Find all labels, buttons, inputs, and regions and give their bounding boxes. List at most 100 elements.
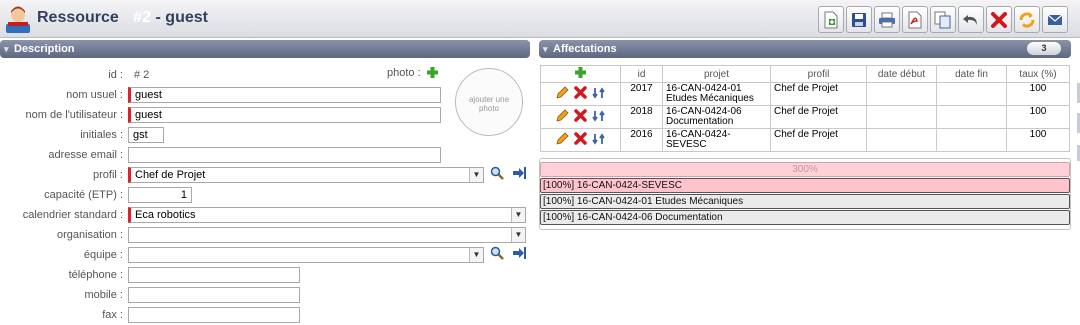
edit-icon[interactable]	[555, 131, 570, 146]
add-affectation-cell[interactable]	[540, 65, 621, 83]
goto-icon[interactable]	[512, 246, 527, 260]
photo-label: photo :	[387, 67, 421, 79]
add-icon[interactable]	[574, 66, 587, 79]
copy-icon	[934, 11, 951, 28]
workload-line[interactable]: [100%] 16-CAN-0424-06 Documentation	[540, 210, 1070, 225]
workload-line[interactable]: [100%] 16-CAN-0424-01 Etudes Mécaniques	[540, 194, 1070, 209]
organisation-select[interactable]: ▼	[128, 227, 526, 243]
profil-select-value: Chef de Projet	[135, 169, 206, 181]
profil-label: profil :	[93, 169, 123, 181]
save-button[interactable]	[846, 6, 872, 33]
column-header-date-debut[interactable]: date début	[866, 65, 937, 83]
equipe-label: équipe :	[83, 249, 123, 261]
row-projet: 16-CAN-0424-01 Etudes Mécaniques	[662, 82, 771, 106]
row-date-fin	[936, 105, 1007, 129]
column-header-id[interactable]: id	[620, 65, 663, 83]
mobile-input[interactable]	[128, 287, 300, 303]
column-header-projet[interactable]: projet	[662, 65, 771, 83]
chevron-down-icon: ▼	[511, 208, 525, 222]
row-taux: 100	[1006, 105, 1070, 129]
row-projet: 16-CAN-0424-06 Documentation	[662, 105, 771, 129]
search-icon[interactable]	[490, 246, 504, 260]
edit-icon[interactable]	[555, 108, 570, 123]
table-row: 2018 16-CAN-0424-06 Documentation Chef de…	[540, 105, 1070, 129]
table-row: 2016 16-CAN-0424- SEVESC Chef de Projet 1…	[540, 128, 1070, 152]
delete-icon[interactable]	[573, 131, 588, 146]
chevron-down-icon: ▼	[511, 228, 525, 242]
save-icon	[852, 12, 866, 27]
column-header-profil[interactable]: profil	[770, 65, 867, 83]
refresh-icon[interactable]	[591, 132, 606, 146]
row-projet: 16-CAN-0424- SEVESC	[662, 128, 771, 152]
initiales-label: initiales :	[80, 129, 123, 141]
workload-line[interactable]: [100%] 16-CAN-0424-SEVESC	[540, 178, 1070, 193]
nom-usuel-input[interactable]: guest	[128, 87, 441, 103]
calendrier-select[interactable]: Eca robotics ▼	[128, 207, 526, 223]
photo-placeholder-line1: ajouter une	[468, 95, 510, 104]
email-label: adresse email :	[48, 149, 123, 161]
row-taux: 100	[1006, 82, 1070, 106]
toolbar	[818, 6, 1068, 33]
refresh-button[interactable]	[1014, 6, 1040, 33]
refresh-icon	[1019, 11, 1035, 28]
fax-label: fax :	[102, 309, 123, 321]
delete-button[interactable]	[986, 6, 1012, 33]
refresh-icon[interactable]	[591, 109, 606, 123]
print-icon	[879, 12, 895, 27]
copy-button[interactable]	[930, 6, 956, 33]
nom-utilisateur-input[interactable]: guest	[128, 107, 441, 123]
delete-icon[interactable]	[573, 85, 588, 100]
search-icon[interactable]	[490, 166, 504, 180]
row-date-debut	[866, 105, 937, 129]
row-profil: Chef de Projet	[770, 82, 867, 106]
row-id: 2018	[620, 105, 663, 129]
print-button[interactable]	[874, 6, 900, 33]
id-label: id :	[108, 69, 123, 81]
fax-input[interactable]	[128, 307, 300, 323]
new-icon	[824, 11, 838, 28]
row-date-debut	[866, 128, 937, 152]
delete-icon[interactable]	[573, 108, 588, 123]
page-title: Ressource #2 - guest	[37, 9, 208, 27]
row-profil: Chef de Projet	[770, 128, 867, 152]
row-actions	[540, 82, 621, 106]
right-panel-edge	[1077, 83, 1080, 161]
profil-select[interactable]: Chef de Projet ▼	[128, 167, 484, 183]
page-title-type: Ressource	[37, 9, 119, 26]
chevron-down-icon: ▼	[469, 248, 483, 262]
add-photo-icon[interactable]	[426, 66, 439, 79]
email-input[interactable]	[128, 147, 441, 163]
row-profil: Chef de Projet	[770, 105, 867, 129]
pdf-button[interactable]	[902, 6, 928, 33]
title-bar: Ressource #2 - guest	[0, 0, 1080, 38]
resource-icon	[6, 6, 30, 33]
affectations-table: id projet profil date début date fin tau…	[540, 65, 1070, 152]
column-header-date-fin[interactable]: date fin	[936, 65, 1007, 83]
delete-icon	[991, 11, 1007, 28]
mobile-label: mobile :	[84, 289, 123, 301]
capacite-input[interactable]: 1	[128, 187, 192, 203]
calendrier-select-value: Eca robotics	[135, 209, 196, 221]
row-projet-line2: Documentation	[666, 116, 734, 127]
edit-icon[interactable]	[555, 85, 570, 100]
mail-icon	[1047, 14, 1063, 25]
refresh-icon[interactable]	[591, 86, 606, 100]
description-section-header[interactable]: Description	[0, 40, 530, 58]
row-taux: 100	[1006, 128, 1070, 152]
photo-placeholder[interactable]: ajouter une photo	[455, 68, 523, 136]
equipe-select[interactable]: ▼	[128, 247, 484, 263]
goto-icon[interactable]	[512, 166, 527, 180]
undo-icon	[963, 14, 977, 25]
photo-placeholder-line2: photo	[478, 104, 500, 113]
page-title-number: #2	[133, 9, 152, 26]
nom-usuel-label: nom usuel :	[66, 89, 123, 101]
calendrier-label: calendrier standard :	[22, 209, 123, 221]
new-button[interactable]	[818, 6, 844, 33]
mail-button[interactable]	[1042, 6, 1068, 33]
affectations-count-badge: 3	[1027, 42, 1061, 55]
column-header-taux[interactable]: taux (%)	[1006, 65, 1070, 83]
initiales-input[interactable]: gst	[128, 127, 164, 143]
undo-button[interactable]	[958, 6, 984, 33]
affectations-section-header[interactable]: Affectations 3	[539, 40, 1071, 58]
telephone-input[interactable]	[128, 267, 300, 283]
